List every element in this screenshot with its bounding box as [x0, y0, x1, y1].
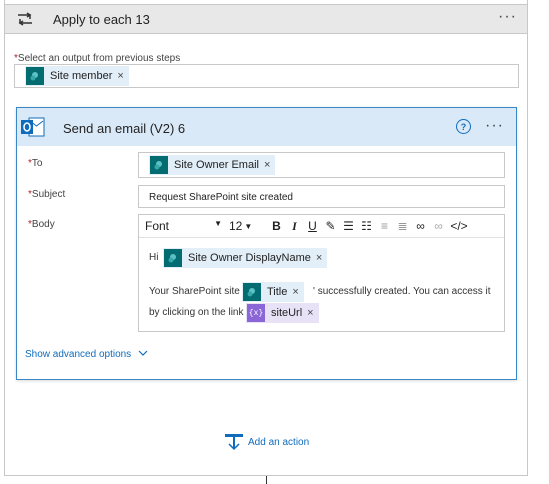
flow-connector-line — [266, 476, 267, 484]
subject-label-text: Subject — [31, 189, 66, 200]
pen-icon[interactable]: ✎ — [323, 219, 338, 233]
loop-icon — [18, 12, 32, 26]
token-label: Site Owner Email — [174, 159, 259, 171]
chevron-down-icon — [138, 350, 148, 356]
remove-token-icon[interactable]: × — [264, 159, 270, 171]
token-label: Site Owner DisplayName — [188, 252, 311, 264]
bold-icon[interactable]: B — [269, 219, 284, 233]
to-field[interactable]: Site Owner Email × — [138, 152, 505, 178]
send-email-header[interactable]: Send an email (V2) 6 ? ··· — [17, 108, 516, 146]
code-view-icon[interactable]: </> — [449, 219, 469, 233]
chevron-down-icon: ▼ — [244, 221, 253, 231]
add-an-action-button[interactable]: Add an action — [224, 433, 309, 451]
body-editor[interactable]: Font ▼ 12 ▼ B I U ✎ ☰ ☷ ≡ ≣ ∞ ∞ </> Hi Sit… — [138, 214, 505, 332]
add-action-icon — [225, 434, 243, 451]
bullet-list-icon[interactable]: ☰ — [341, 219, 356, 233]
token-label: siteUrl — [271, 307, 303, 319]
font-size-select[interactable]: 12 ▼ — [229, 219, 269, 233]
more-options-icon[interactable]: ··· — [485, 117, 504, 135]
help-icon[interactable]: ? — [456, 119, 471, 134]
body-label: *Body — [28, 219, 55, 230]
token-label: Site member — [50, 70, 113, 82]
sharepoint-icon — [243, 283, 261, 301]
send-email-title: Send an email (V2) 6 — [63, 121, 186, 136]
remove-token-icon[interactable]: × — [117, 70, 123, 82]
show-advanced-options-label: Show advanced options — [25, 349, 132, 360]
token-label: Title — [267, 286, 288, 298]
send-email-card: Send an email (V2) 6 ? ··· *To Site Owne… — [16, 107, 517, 380]
apply-to-each-header[interactable]: Apply to each 13 ··· — [4, 4, 528, 34]
site-member-token[interactable]: Site member × — [25, 66, 129, 86]
body-label-text: Body — [31, 219, 55, 230]
font-size-value: 12 — [229, 219, 243, 233]
apply-to-each-title: Apply to each 13 — [53, 12, 150, 27]
sharepoint-icon — [164, 249, 182, 267]
more-options-icon[interactable]: ··· — [498, 8, 517, 26]
site-owner-displayname-token[interactable]: Site Owner DisplayName × — [163, 248, 328, 268]
select-output-field[interactable]: Site member × — [14, 64, 519, 88]
select-output-label-text: Select an output from previous steps — [17, 53, 181, 64]
font-select[interactable]: Font ▼ — [139, 219, 225, 233]
body-line3-prefix: by clicking on the link — [149, 307, 244, 318]
subject-label: *Subject — [28, 189, 65, 200]
font-select-value: Font — [145, 219, 170, 233]
outdent-icon[interactable]: ≡ — [377, 219, 392, 233]
unlink-icon[interactable]: ∞ — [431, 219, 446, 233]
numbered-list-icon[interactable]: ☷ — [359, 219, 374, 233]
to-label-text: To — [31, 158, 43, 169]
outlook-icon — [21, 117, 45, 137]
rich-text-toolbar: Font ▼ 12 ▼ B I U ✎ ☰ ☷ ≡ ≣ ∞ ∞ </> — [139, 215, 504, 238]
remove-token-icon[interactable]: × — [316, 252, 322, 264]
remove-token-icon[interactable]: × — [292, 286, 298, 298]
to-label: *To — [28, 158, 42, 169]
underline-icon[interactable]: U — [305, 219, 320, 233]
body-line2-suffix: ' successfully created. You can access i… — [313, 286, 491, 297]
title-token[interactable]: Title × — [242, 282, 304, 302]
show-advanced-options-link[interactable]: Show advanced options — [25, 349, 148, 360]
site-owner-email-token[interactable]: Site Owner Email × — [149, 155, 276, 175]
indent-icon[interactable]: ≣ — [395, 219, 410, 233]
body-line2-prefix: Your SharePoint site ' — [149, 286, 245, 297]
italic-icon[interactable]: I — [287, 219, 302, 234]
add-an-action-label: Add an action — [248, 436, 310, 448]
remove-token-icon[interactable]: × — [307, 307, 313, 319]
sharepoint-icon — [150, 156, 168, 174]
chevron-down-icon: ▼ — [214, 219, 222, 228]
subject-field[interactable]: Request SharePoint site created — [138, 185, 505, 208]
select-output-label: *Select an output from previous steps — [14, 53, 180, 64]
subject-value: Request SharePoint site created — [149, 192, 293, 203]
greeting-text: Hi — [149, 252, 159, 263]
sharepoint-icon — [26, 67, 44, 85]
link-icon[interactable]: ∞ — [413, 219, 428, 233]
site-url-token[interactable]: {x} siteUrl × — [246, 303, 319, 323]
expression-icon: {x} — [247, 304, 265, 322]
